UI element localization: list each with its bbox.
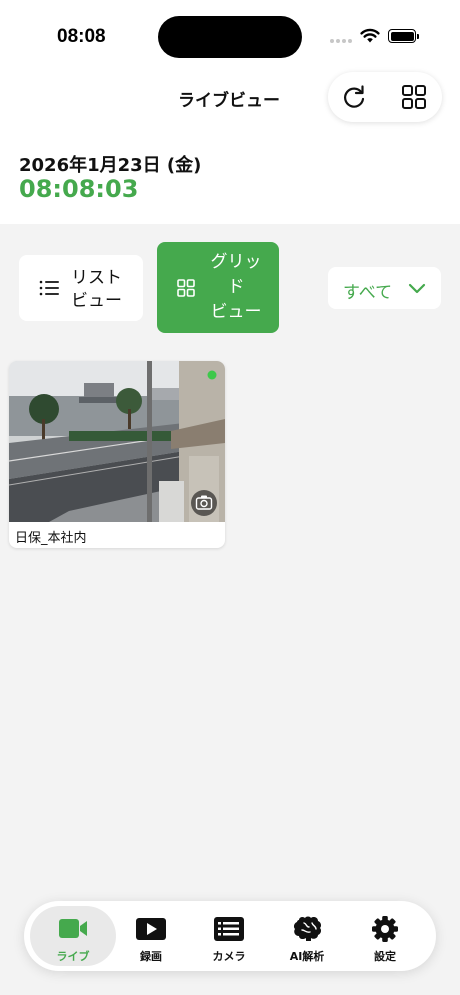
list-view-label: リスト ビュー <box>71 268 122 311</box>
tab-recording[interactable]: 録画 <box>108 906 194 966</box>
camera-tile[interactable]: 日保_本社内 <box>9 361 225 548</box>
bottom-tab-bar: ライブ 録画 カメラ AI解析 設定 <box>24 901 436 971</box>
tab-settings-label: 設定 <box>374 950 396 963</box>
view-toolbar: リスト ビュー グリッ ド ビュー すべて <box>0 224 460 344</box>
list-view-button[interactable]: リスト ビュー <box>19 255 143 321</box>
filter-label: すべて <box>343 283 393 303</box>
camera-list-icon <box>214 917 244 941</box>
wifi-icon <box>360 28 380 43</box>
tab-ai-analysis-label: AI解析 <box>289 950 325 963</box>
top-panel: 08:08 ライブビュー 2026年1月23日 (金) 08:08:03 <box>0 0 460 224</box>
chevron-down-icon <box>408 283 426 294</box>
video-camera-icon <box>59 919 87 938</box>
cellular-signal-icon <box>330 39 352 43</box>
tab-ai-analysis[interactable]: AI解析 <box>264 906 350 966</box>
grid-icon <box>177 279 195 297</box>
play-icon <box>136 918 166 940</box>
list-icon <box>39 280 59 296</box>
tab-recording-label: 録画 <box>140 950 162 963</box>
battery-icon <box>388 29 419 43</box>
filter-dropdown[interactable]: すべて <box>328 267 441 309</box>
camera-thumbnail[interactable] <box>9 361 225 522</box>
tab-camera[interactable]: カメラ <box>186 906 272 966</box>
gear-icon <box>372 916 398 942</box>
tab-live-label: ライブ <box>56 950 90 963</box>
status-time: 08:08 <box>57 26 106 47</box>
snapshot-icon[interactable] <box>191 490 217 516</box>
brain-icon <box>293 916 322 941</box>
refresh-icon[interactable] <box>340 83 368 111</box>
tab-live[interactable]: ライブ <box>30 906 116 966</box>
current-time: 08:08:03 <box>19 175 139 203</box>
grid-icon[interactable] <box>401 84 427 110</box>
camera-name: 日保_本社内 <box>15 531 87 546</box>
dynamic-island <box>158 16 302 58</box>
grid-view-button[interactable]: グリッ ド ビュー <box>157 242 279 333</box>
tab-camera-label: カメラ <box>212 950 246 963</box>
current-date: 2026年1月23日 (金) <box>19 155 202 176</box>
grid-view-label: グリッ ド ビュー <box>210 252 262 322</box>
tab-settings[interactable]: 設定 <box>342 906 428 966</box>
top-action-group <box>328 72 442 122</box>
